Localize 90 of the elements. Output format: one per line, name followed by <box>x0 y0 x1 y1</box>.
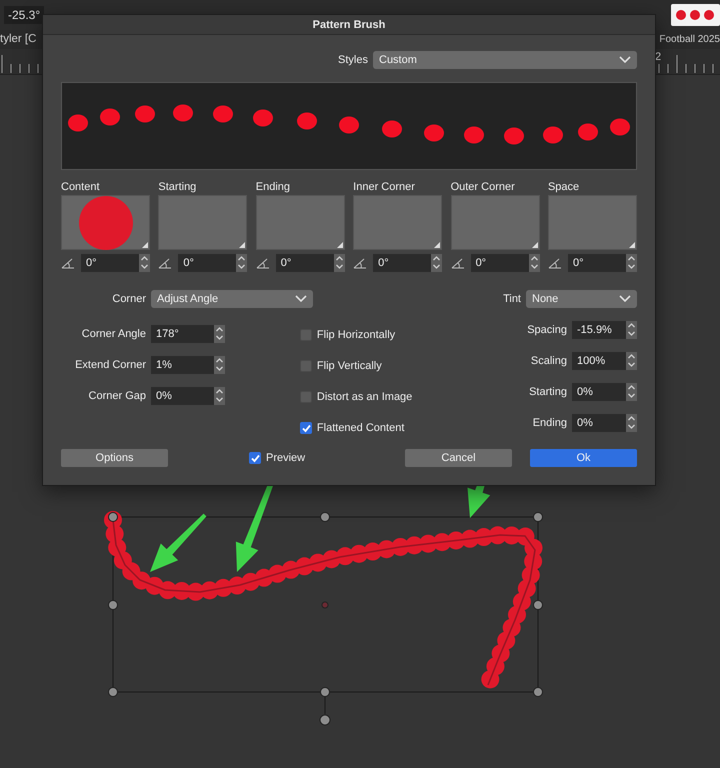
stepper-icon[interactable] <box>528 254 540 272</box>
dot-icon <box>578 124 598 140</box>
chevron-icon <box>619 295 631 303</box>
number-field[interactable]: 178° <box>151 325 225 343</box>
dot-icon <box>253 110 273 126</box>
slot-label: Content <box>61 181 101 194</box>
number-field[interactable]: 0% <box>572 383 637 401</box>
tint-dropdown[interactable]: None <box>526 290 637 308</box>
stepper-icon[interactable] <box>626 383 637 401</box>
number-field[interactable]: 0% <box>572 414 637 432</box>
angle-field[interactable]: 0° <box>373 254 442 272</box>
angle-icon <box>158 257 172 269</box>
angle-icon <box>548 257 562 269</box>
dot-icon <box>424 124 444 142</box>
chevron-icon <box>619 56 631 64</box>
checkbox[interactable] <box>300 360 312 372</box>
stepper-icon[interactable] <box>214 356 225 374</box>
pointer-arrow <box>150 514 206 572</box>
field-label: Ending <box>532 417 567 429</box>
slot-label: Space <box>548 181 580 194</box>
checkbox[interactable] <box>300 422 312 434</box>
dot-icon <box>213 106 233 122</box>
slot-label: Inner Corner <box>353 181 416 194</box>
angle-icon <box>256 257 270 269</box>
stepper-icon[interactable] <box>626 414 637 432</box>
angle-field[interactable]: 0° <box>470 254 540 272</box>
field-label: Corner Gap <box>88 390 146 402</box>
stepper-icon[interactable] <box>626 321 637 339</box>
dot-icon <box>382 120 402 138</box>
styles-dropdown[interactable]: Custom <box>373 51 637 69</box>
checkbox-label: Preview <box>266 452 306 464</box>
stepper-icon[interactable] <box>334 254 345 272</box>
angle-field[interactable]: 0° <box>81 254 150 272</box>
field-label: Tint <box>503 293 521 305</box>
dot-icon <box>339 116 359 134</box>
slot-label: Starting <box>158 181 198 194</box>
angle-field[interactable]: 0° <box>568 254 637 272</box>
slot-label: Ending <box>256 181 292 194</box>
field-label: Spacing <box>527 324 567 336</box>
corner-dropdown[interactable]: Adjust Angle <box>151 290 313 308</box>
number-field[interactable]: -15.9% <box>572 321 637 339</box>
stepper-icon[interactable] <box>214 325 225 343</box>
angle-icon <box>450 257 465 269</box>
stepper-icon[interactable] <box>431 254 442 272</box>
field-label: Corner <box>111 293 146 305</box>
dot-icon <box>68 114 88 132</box>
number-field[interactable]: 100% <box>572 352 637 370</box>
dot-icon <box>173 104 193 122</box>
angle-icon <box>61 257 75 269</box>
slot-label: Outer Corner <box>450 181 516 194</box>
checkbox[interactable] <box>249 452 261 464</box>
selected-curve-drawing[interactable] <box>104 511 543 726</box>
rotation-field[interactable]: -25.3° <box>4 6 44 24</box>
field-label: Extend Corner <box>74 359 146 371</box>
dot-icon <box>610 118 630 136</box>
document-tab[interactable]: tyler [C <box>0 33 36 46</box>
checkbox-label: Flip Vertically <box>316 360 382 372</box>
angle-field[interactable]: 0° <box>178 254 248 272</box>
field-label: Scaling <box>530 355 567 367</box>
dot-icon <box>464 126 484 144</box>
checkbox[interactable] <box>300 329 312 341</box>
number-field[interactable]: 1% <box>151 356 225 374</box>
checkbox-label: Flattened Content <box>316 422 404 434</box>
circle-icon <box>78 196 132 250</box>
dot-icon <box>297 112 317 130</box>
dot-icon <box>543 126 563 144</box>
field-label: Starting <box>529 386 567 398</box>
stepper-icon[interactable] <box>139 254 150 272</box>
dot-icon <box>100 108 120 126</box>
checkbox-label: Flip Horizontally <box>316 329 396 341</box>
checkbox-label: Distort as an Image <box>316 391 412 403</box>
ok-button[interactable]: Ok <box>530 449 637 467</box>
stepper-icon[interactable] <box>626 254 637 272</box>
dot-icon <box>504 128 524 144</box>
field-label: Styles <box>338 54 368 66</box>
field-label: Corner Angle <box>80 328 146 340</box>
cancel-button[interactable]: Cancel <box>405 449 512 467</box>
stepper-icon[interactable] <box>236 254 248 272</box>
angle-icon <box>353 257 368 269</box>
stepper-icon[interactable] <box>626 352 637 370</box>
brush-preview-icon[interactable] <box>671 4 720 26</box>
dot-icon <box>135 106 155 122</box>
chevron-icon <box>295 295 307 303</box>
checkbox[interactable] <box>300 391 312 403</box>
document-tab[interactable]: Football 2025 <box>659 34 720 45</box>
options-button[interactable]: Options <box>61 449 168 467</box>
angle-field[interactable]: 0° <box>276 254 345 272</box>
window-title: Pattern Brush <box>312 18 386 30</box>
number-field[interactable]: 0% <box>151 387 225 405</box>
stepper-icon[interactable] <box>214 387 225 405</box>
